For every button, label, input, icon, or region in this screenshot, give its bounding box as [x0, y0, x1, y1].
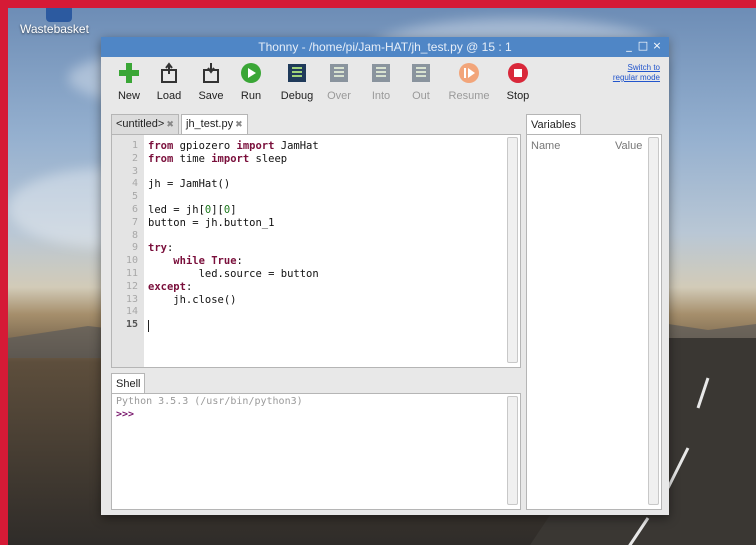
run-icon [241, 63, 261, 83]
tab-shell[interactable]: Shell [111, 373, 146, 394]
current-line-number: 15 [125, 319, 138, 331]
tab-jh-test[interactable]: jh_test.py ✖ [181, 114, 248, 135]
code-line: led.source = button [148, 268, 319, 280]
variables-scrollbar[interactable] [648, 137, 659, 505]
minimize-icon[interactable]: _ [623, 39, 635, 52]
switch-link-line2: regular mode [612, 73, 660, 82]
step-into-button[interactable]: Into [359, 62, 403, 102]
line-number: 10 [125, 255, 138, 267]
line-number: 3 [131, 165, 138, 177]
load-label: Load [156, 90, 182, 102]
shell-prompt: >>> [116, 409, 135, 420]
window-title: Thonny - /home/pi/Jam-HAT/jh_test.py @ 1… [258, 40, 512, 54]
save-icon [203, 63, 219, 83]
line-number: 13 [125, 293, 138, 305]
code-line: led = jh[0][0] [148, 204, 237, 216]
resume-button[interactable]: Resume [447, 62, 491, 102]
title-bar[interactable]: Thonny - /home/pi/Jam-HAT/jh_test.py @ 1… [101, 37, 669, 57]
tab-jh-test-label: jh_test.py [186, 118, 234, 130]
step-into-icon [372, 64, 390, 82]
load-icon [161, 62, 177, 83]
text-cursor [148, 320, 149, 332]
code-line: try: [148, 242, 174, 255]
code-line: jh = JamHat() [148, 178, 231, 191]
switch-to-regular-mode-link[interactable]: Switch to regular mode [613, 63, 660, 83]
shell-panel[interactable]: Python 3.5.3 (/usr/bin/python3) >>> [111, 393, 521, 510]
save-button[interactable]: Save [189, 62, 233, 102]
stop-label: Stop [506, 90, 530, 102]
tab-untitled-label: <untitled> [116, 118, 165, 130]
stop-button[interactable]: Stop [496, 62, 540, 102]
thonny-window: Thonny - /home/pi/Jam-HAT/jh_test.py @ 1… [101, 37, 669, 515]
code-line: from gpiozero import JamHat [148, 140, 319, 152]
line-number: 8 [131, 229, 138, 241]
save-label: Save [198, 90, 224, 102]
shell-scrollbar[interactable] [507, 396, 518, 505]
wastebasket-icon[interactable] [46, 8, 72, 22]
wastebasket-label[interactable]: Wastebasket [20, 22, 89, 36]
line-number: 2 [131, 152, 138, 164]
new-button[interactable]: New [107, 62, 151, 102]
resume-icon [459, 63, 479, 83]
line-number: 14 [125, 306, 138, 318]
code-line: from time import sleep [148, 152, 288, 165]
code-editor[interactable]: 1 2 3 4 5 6 7 8 9 10 11 12 13 14 15 from… [111, 134, 521, 368]
tab-variables[interactable]: Variables [526, 114, 582, 135]
step-over-icon [330, 64, 348, 82]
step-into-label: Into [371, 90, 391, 102]
line-number: 4 [131, 178, 138, 190]
step-out-label: Out [412, 90, 430, 102]
close-tab-icon[interactable]: ✖ [235, 119, 243, 129]
resume-label: Resume [448, 90, 490, 102]
load-button[interactable]: Load [147, 62, 191, 102]
new-label: New [117, 90, 140, 102]
close-icon[interactable]: × [651, 39, 663, 52]
editor-scrollbar[interactable] [507, 137, 518, 363]
shell-version-line: Python 3.5.3 (/usr/bin/python3) [116, 396, 303, 407]
code-line: jh.close() [148, 293, 237, 306]
line-number: 11 [125, 268, 138, 279]
new-file-icon [119, 63, 139, 83]
debug-label: Debug [280, 90, 314, 102]
run-label: Run [240, 90, 262, 102]
line-number-gutter: 1 2 3 4 5 6 7 8 9 10 11 12 13 14 15 [112, 135, 144, 367]
maximize-icon[interactable]: □ [637, 39, 649, 52]
code-line: button = jh.button_1 [148, 216, 275, 229]
variables-value-header[interactable]: Value [615, 140, 642, 152]
step-over-button[interactable]: Over [317, 62, 361, 102]
variables-name-header[interactable]: Name [531, 140, 560, 152]
line-number: 9 [131, 242, 138, 254]
toolbar: New Load Save Run Debug Over Into Out Re… [101, 57, 669, 107]
run-button[interactable]: Run [229, 62, 273, 102]
line-number: 1 [131, 140, 138, 151]
line-number: 5 [131, 191, 138, 203]
line-number: 6 [131, 204, 138, 215]
line-number: 12 [125, 280, 138, 292]
variables-panel: Name Value [526, 134, 662, 510]
code-line: while True: [173, 255, 243, 268]
code-line: except: [148, 280, 193, 293]
debug-icon [288, 64, 306, 82]
step-over-label: Over [327, 90, 351, 102]
stop-icon [508, 63, 528, 83]
step-out-icon [412, 64, 430, 82]
close-tab-icon[interactable]: ✖ [166, 119, 174, 129]
debug-button[interactable]: Debug [275, 62, 319, 102]
line-number: 7 [131, 216, 138, 228]
step-out-button[interactable]: Out [399, 62, 443, 102]
switch-link-line1: Switch to [627, 63, 660, 72]
tab-untitled[interactable]: <untitled> ✖ [111, 114, 179, 134]
